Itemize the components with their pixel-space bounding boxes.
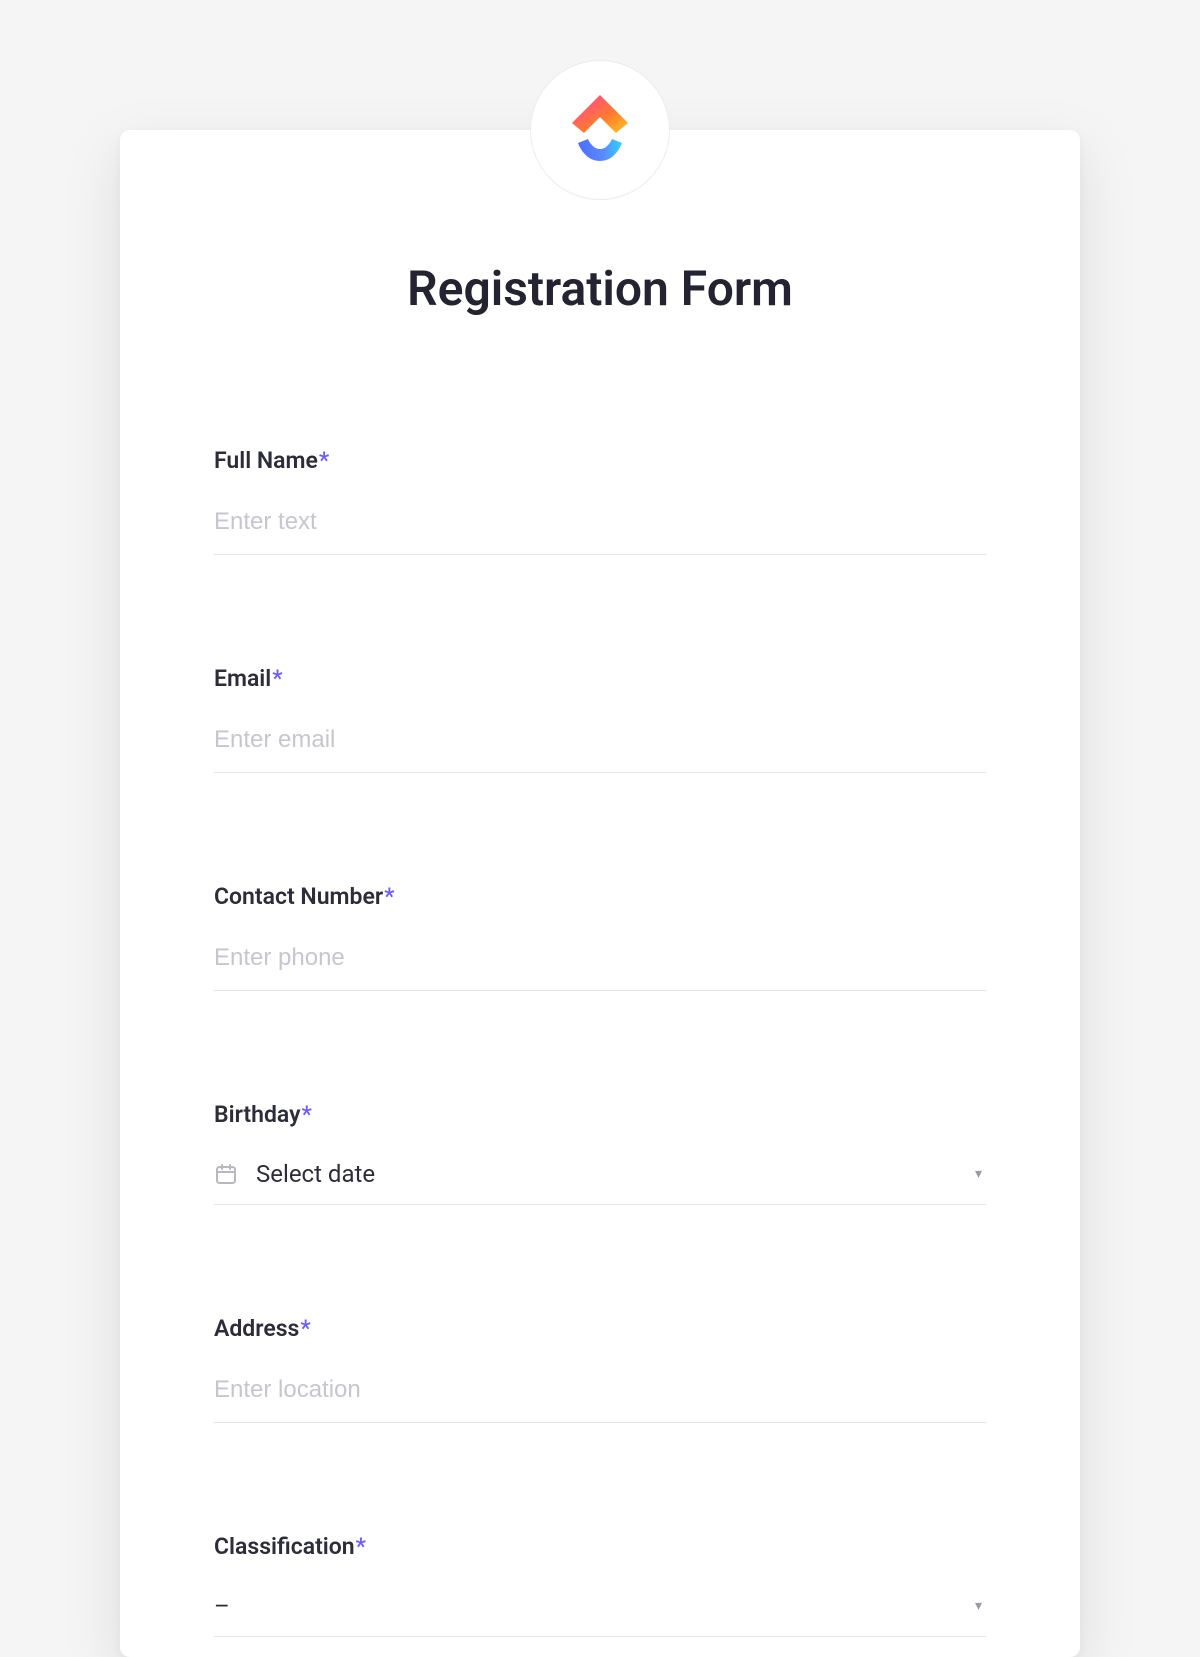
calendar-icon (214, 1162, 238, 1186)
required-marker: * (319, 447, 329, 474)
label-address-text: Address (214, 1315, 299, 1342)
required-marker: * (356, 1533, 366, 1560)
birthday-placeholder: Select date (256, 1160, 375, 1188)
label-email: Email* (214, 665, 986, 692)
field-birthday: Birthday* Select date ▾ (214, 1101, 986, 1205)
form-title: Registration Form (210, 260, 990, 317)
chevron-down-icon: ▾ (975, 1166, 982, 1182)
full-name-input[interactable] (214, 502, 986, 555)
required-marker: * (300, 1315, 310, 1342)
field-full-name: Full Name* (214, 447, 986, 555)
field-contact-number: Contact Number* (214, 883, 986, 991)
label-contact-number: Contact Number* (214, 883, 986, 910)
email-input[interactable] (214, 720, 986, 773)
label-classification: Classification* (214, 1533, 986, 1560)
page-surface: Registration Form Full Name* Email* Cont… (0, 0, 1200, 1563)
label-birthday: Birthday* (214, 1101, 986, 1128)
label-birthday-text: Birthday (214, 1101, 301, 1128)
fields-container: Full Name* Email* Contact Number* (210, 447, 990, 1637)
field-address: Address* (214, 1315, 986, 1423)
form-card: Registration Form Full Name* Email* Cont… (120, 130, 1080, 1657)
address-input[interactable] (214, 1370, 986, 1423)
birthday-date-picker[interactable]: Select date ▾ (214, 1156, 986, 1205)
classification-placeholder: – (214, 1592, 230, 1620)
classification-dropdown[interactable]: – ▾ (214, 1588, 986, 1637)
chevron-down-icon: ▾ (975, 1598, 982, 1614)
field-email: Email* (214, 665, 986, 773)
required-marker: * (302, 1101, 312, 1128)
label-classification-text: Classification (214, 1533, 355, 1560)
label-full-name: Full Name* (214, 447, 986, 474)
contact-number-input[interactable] (214, 938, 986, 991)
required-marker: * (272, 665, 282, 692)
required-marker: * (384, 883, 394, 910)
label-full-name-text: Full Name (214, 447, 318, 474)
label-email-text: Email (214, 665, 271, 692)
label-address: Address* (214, 1315, 986, 1342)
logo-badge (530, 60, 670, 200)
label-contact-number-text: Contact Number (214, 883, 383, 910)
clickup-logo-icon (564, 91, 636, 169)
field-classification: Classification* – ▾ (214, 1533, 986, 1637)
